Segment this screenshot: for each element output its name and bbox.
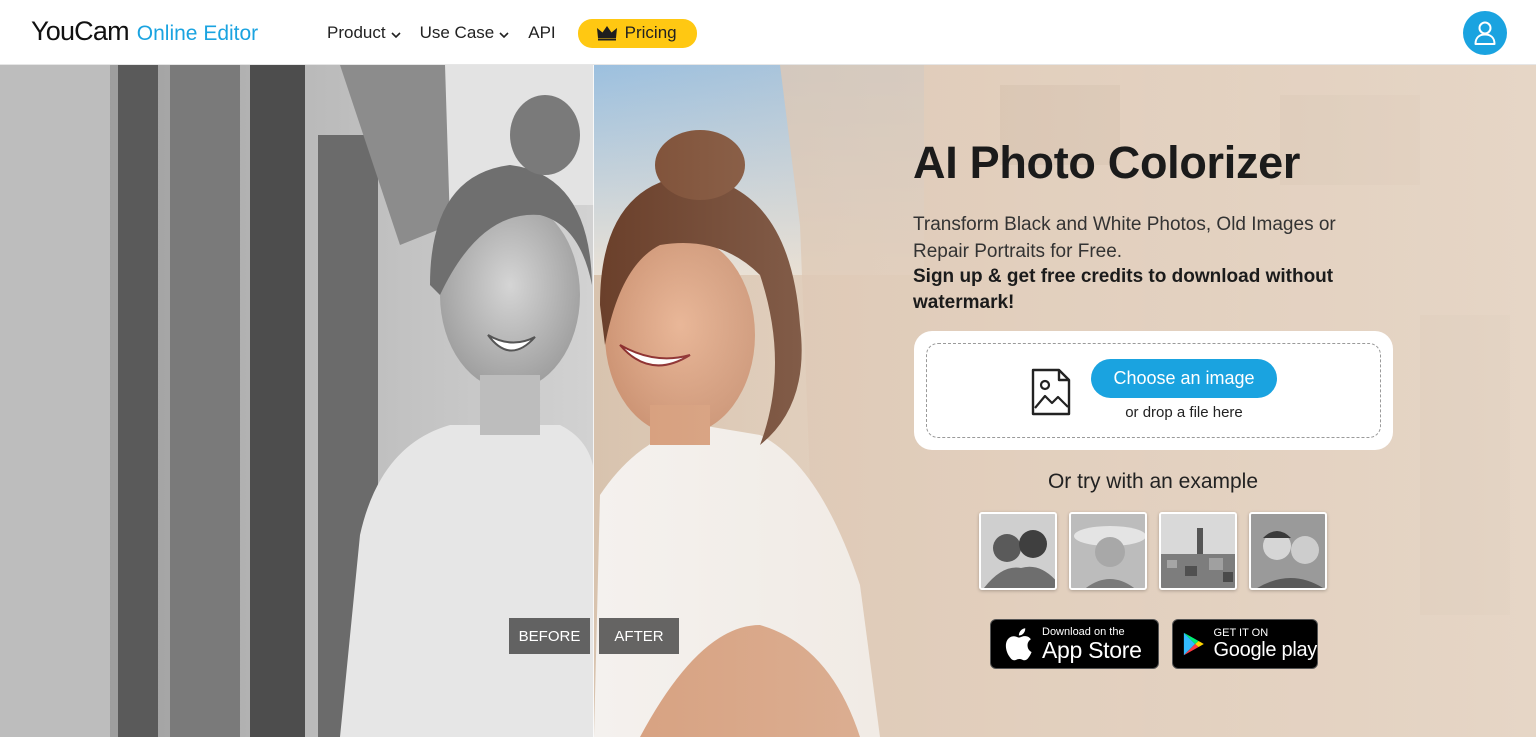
- image-file-icon: [1031, 368, 1071, 416]
- google-play-icon: [1183, 632, 1204, 656]
- before-after-divider[interactable]: [593, 65, 594, 737]
- nav-use-case-label: Use Case: [419, 23, 495, 42]
- example-images: [979, 512, 1339, 590]
- page-title: AI Photo Colorizer: [913, 137, 1301, 188]
- apple-icon: [1005, 628, 1032, 661]
- after-tag: AFTER: [599, 618, 679, 654]
- try-example-heading: Or try with an example: [1047, 470, 1259, 493]
- before-tag: BEFORE: [509, 618, 590, 654]
- logo-sub-text: Online Editor: [136, 22, 259, 45]
- google-play-text: GET IT ON Google play: [1213, 627, 1318, 661]
- nav-api[interactable]: API: [528, 23, 555, 43]
- hero-description: Transform Black and White Photos, Old Im…: [913, 214, 1336, 262]
- user-icon: [1474, 21, 1496, 45]
- crown-icon: [596, 26, 617, 41]
- nav-product[interactable]: Product: [327, 23, 401, 43]
- example-image-couple[interactable]: [979, 512, 1057, 590]
- app-store-small-text: Download on the: [1042, 625, 1125, 638]
- drop-zone[interactable]: Choose an image or drop a file here: [926, 343, 1381, 438]
- account-button[interactable]: [1463, 11, 1507, 55]
- example-image-woman-hat[interactable]: [1069, 512, 1147, 590]
- chevron-down-icon: [391, 23, 401, 43]
- top-navigation-bar: YouCam Online Editor Product Use Case AP…: [0, 0, 1536, 65]
- app-store-big-text: App Store: [1042, 636, 1142, 663]
- example-image-kids[interactable]: [1249, 512, 1327, 590]
- youcam-logo[interactable]: YouCam Online Editor: [31, 16, 258, 50]
- nav-product-label: Product: [327, 23, 386, 42]
- app-store-text: Download on the App Store: [1042, 626, 1142, 663]
- app-store-button[interactable]: Download on the App Store: [990, 619, 1159, 669]
- pricing-button[interactable]: Pricing: [577, 18, 697, 48]
- upload-card: Choose an image or drop a file here: [914, 331, 1393, 450]
- drop-file-text: or drop a file here: [1125, 404, 1243, 421]
- choose-image-button[interactable]: Choose an image: [1091, 359, 1277, 398]
- pricing-label: Pricing: [624, 23, 677, 42]
- google-play-big-text: Google play: [1213, 639, 1318, 661]
- google-play-button[interactable]: GET IT ON Google play: [1172, 619, 1318, 669]
- hero-section: BEFORE AFTER AI Photo Colorizer Transfor…: [0, 65, 1536, 737]
- chevron-down-icon: [499, 23, 509, 43]
- logo-main-text: YouCam: [31, 16, 130, 46]
- hero-signup-note: Sign up & get free credits to download w…: [913, 266, 1334, 313]
- example-image-city[interactable]: [1159, 512, 1237, 590]
- main-nav: Product Use Case API Pricing: [327, 18, 697, 48]
- nav-api-label: API: [528, 23, 556, 42]
- nav-use-case[interactable]: Use Case: [420, 23, 510, 43]
- google-play-small-text: GET IT ON: [1213, 627, 1269, 639]
